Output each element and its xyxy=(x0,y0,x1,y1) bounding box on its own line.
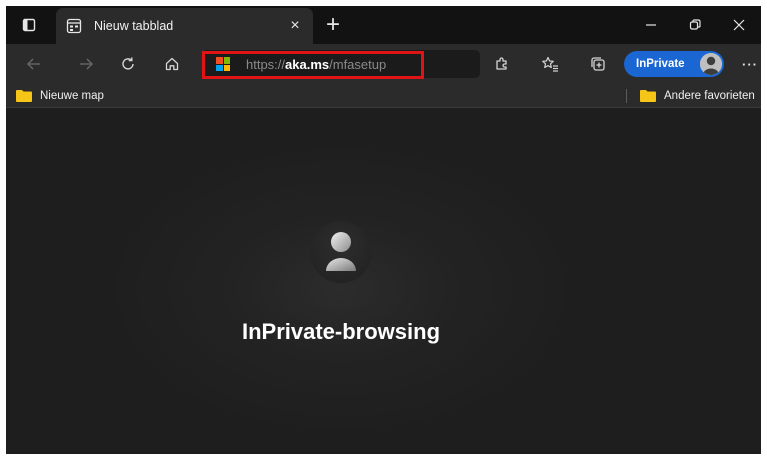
address-bar[interactable]: https://aka.ms/mfasetup xyxy=(202,50,480,78)
close-icon xyxy=(733,19,745,31)
inprivate-user-icon xyxy=(310,221,372,283)
forward-icon xyxy=(80,58,93,70)
back-button[interactable] xyxy=(16,46,52,82)
extensions-icon xyxy=(496,57,507,70)
new-tab-button[interactable]: + xyxy=(318,10,348,40)
back-icon xyxy=(27,58,40,70)
folder-icon xyxy=(640,90,656,102)
title-bar: Nieuw tabblad × + xyxy=(6,6,761,44)
inprivate-label: InPrivate xyxy=(636,58,685,70)
favorites-bar: Nieuwe map Andere favorieten xyxy=(6,84,761,108)
collections-icon xyxy=(591,57,605,71)
refresh-button[interactable] xyxy=(110,46,146,82)
more-button[interactable]: ··· xyxy=(732,46,761,82)
inprivate-title: InPrivate-browsing xyxy=(241,319,441,344)
url-path: /mfasetup xyxy=(329,56,387,72)
restore-button[interactable] xyxy=(673,6,717,44)
minimize-icon xyxy=(646,24,656,26)
toolbar: https://aka.ms/mfasetup InPrivate ··· xyxy=(6,44,761,84)
favorite-label: Nieuwe map xyxy=(40,90,104,102)
favorites-separator xyxy=(626,89,627,103)
browser-window: Nieuw tabblad × + https://aka.ms/mfasetu… xyxy=(6,6,761,454)
favorites-button[interactable] xyxy=(532,46,568,82)
close-button[interactable] xyxy=(717,6,761,44)
home-icon xyxy=(165,57,179,71)
tab-actions-button[interactable] xyxy=(12,6,46,44)
favorites-icon xyxy=(542,56,558,72)
url-scheme: https:// xyxy=(246,56,286,72)
favorite-folder-nieuwe-map[interactable]: Nieuwe map xyxy=(16,87,104,105)
user-avatar-icon xyxy=(700,53,722,75)
microsoft-logo-icon xyxy=(216,57,230,71)
inprivate-profile-button[interactable]: InPrivate xyxy=(624,51,724,77)
tab-actions-icon xyxy=(22,18,36,32)
favorite-label: Andere favorieten xyxy=(664,90,755,102)
favorite-folder-andere-favorieten[interactable]: Andere favorieten xyxy=(640,87,755,105)
tab-close-button[interactable]: × xyxy=(285,16,305,36)
home-button[interactable] xyxy=(154,46,190,82)
restore-icon xyxy=(689,19,701,30)
new-tab-content: InPrivate-browsing xyxy=(6,109,761,454)
window-controls xyxy=(629,6,761,44)
refresh-icon xyxy=(122,57,134,70)
new-tab-page-icon xyxy=(66,18,82,34)
extensions-button[interactable] xyxy=(484,46,520,82)
tab-title: Nieuw tabblad xyxy=(94,19,174,33)
forward-button[interactable] xyxy=(68,46,104,82)
address-url: https://aka.ms/mfasetup xyxy=(246,57,386,72)
folder-icon xyxy=(16,90,32,102)
url-host: aka.ms xyxy=(285,56,330,72)
avatar xyxy=(700,53,722,75)
tab-nieuw-tabblad[interactable]: Nieuw tabblad × xyxy=(56,8,313,44)
minimize-button[interactable] xyxy=(629,6,673,44)
collections-button[interactable] xyxy=(580,46,616,82)
